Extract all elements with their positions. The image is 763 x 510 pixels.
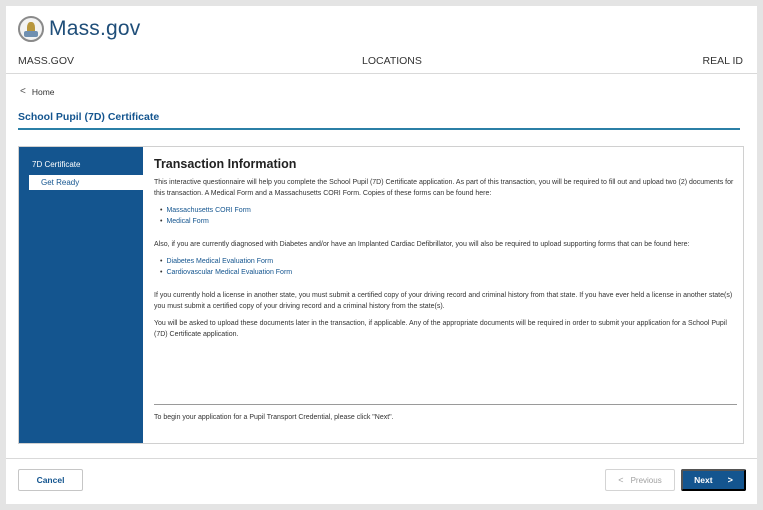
nav-link-mass-gov[interactable]: MASS.GOV	[18, 55, 74, 67]
chevron-right-icon: >	[727, 475, 733, 485]
home-link[interactable]: < Home	[20, 86, 55, 97]
sidebar-heading: 7D Certificate	[32, 160, 81, 169]
home-label: Home	[31, 86, 55, 97]
license-paragraph: If you currently hold a license in anoth…	[154, 292, 733, 310]
header-divider	[6, 73, 757, 74]
page-title: School Pupil (7D) Certificate	[18, 111, 160, 123]
title-underline	[18, 128, 740, 130]
browser-page: Mass.gov MASS.GOV LOCATIONS REAL ID < Ho…	[6, 6, 757, 504]
previous-label: Previous	[630, 475, 662, 485]
site-logo[interactable]: Mass.gov	[18, 14, 140, 44]
logo-text: Mass.gov	[49, 17, 141, 40]
next-label: Next	[694, 475, 713, 485]
transaction-content: Transaction Information This interactive…	[143, 147, 743, 443]
diabetes-paragraph: Also, if you are currently diagnosed wit…	[154, 241, 690, 248]
link-cori-form[interactable]: Massachusetts CORI Form	[160, 205, 743, 216]
cancel-button[interactable]: Cancel	[18, 469, 83, 491]
top-navigation: MASS.GOV LOCATIONS REAL ID	[6, 51, 757, 73]
link-medical-form[interactable]: Medical Form	[160, 216, 743, 227]
nav-link-real-id[interactable]: REAL ID	[703, 55, 743, 67]
upload-paragraph: You will be asked to upload these docume…	[154, 320, 727, 338]
content-divider	[154, 404, 737, 405]
step-sidebar: 7D Certificate Get Ready	[19, 147, 143, 443]
link-cardiovascular-form[interactable]: Cardiovascular Medical Evaluation Form	[160, 267, 743, 278]
supporting-links-list: Diabetes Medical Evaluation Form Cardiov…	[160, 256, 743, 278]
chevron-left-icon: <	[20, 86, 26, 97]
chevron-left-icon: <	[618, 475, 624, 485]
sidebar-item-get-ready[interactable]: Get Ready	[29, 175, 143, 190]
begin-instruction: To begin your application for a Pupil Tr…	[154, 414, 394, 421]
mass-seal-icon	[18, 16, 44, 42]
link-diabetes-form[interactable]: Diabetes Medical Evaluation Form	[160, 256, 743, 267]
footer-divider	[6, 458, 757, 459]
form-links-list: Massachusetts CORI Form Medical Form	[160, 205, 743, 227]
next-button[interactable]: Next >	[681, 469, 746, 491]
section-heading: Transaction Information	[154, 157, 297, 171]
previous-button[interactable]: < Previous	[605, 469, 675, 491]
intro-paragraph: This interactive questionnaire will help…	[154, 179, 734, 197]
nav-link-locations[interactable]: LOCATIONS	[362, 55, 422, 67]
transaction-panel: 7D Certificate Get Ready Transaction Inf…	[18, 146, 744, 444]
